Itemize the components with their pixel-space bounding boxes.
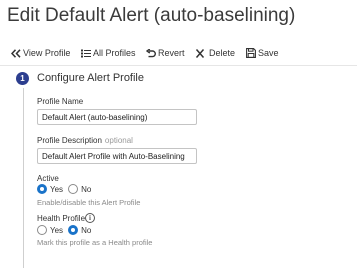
revert-button[interactable]: Revert [146,44,185,62]
delete-label: Delete [209,48,236,58]
health-profile-radio-group: Yes No [37,224,91,236]
active-no-label: No [81,184,92,194]
optional-label: optional [104,136,133,145]
active-help-text: Enable/disable this Alert Profile [37,198,141,207]
active-radio-group: Yes No [37,183,91,195]
health-profile-label: Health Profile [37,214,86,223]
undo-icon [146,48,156,57]
active-no-option[interactable]: No [68,184,91,194]
view-profile-label: View Profile [23,48,71,58]
info-icon[interactable]: i [85,213,95,223]
health-no-label: No [81,225,92,235]
health-yes-option[interactable]: Yes [37,225,63,235]
profile-name-input[interactable] [37,109,197,125]
active-yes-radio[interactable] [37,184,47,194]
section-title: Configure Alert Profile [37,72,144,84]
toolbar-divider [0,65,357,66]
toolbar: View Profile All Profiles Revert Delete [0,44,357,62]
health-no-option[interactable]: No [68,225,91,235]
profile-description-label: Profile Description optional [37,136,133,145]
health-yes-radio[interactable] [37,225,47,235]
step-badge: 1 [16,72,29,85]
active-yes-option[interactable]: Yes [37,184,63,194]
health-profile-help-text: Mark this profile as a Health profile [37,238,153,247]
step-connector-line [23,88,24,268]
view-profile-button[interactable]: View Profile [11,44,70,62]
page-title: Edit Default Alert (auto-baselining) [7,5,296,26]
list-icon [81,49,91,57]
profile-description-label-text: Profile Description [37,136,102,145]
delete-button[interactable]: Delete [195,44,235,62]
save-button[interactable]: Save [246,44,279,62]
active-no-radio[interactable] [68,184,79,194]
double-chevron-left-icon [11,48,21,58]
active-label: Active [37,174,59,183]
health-yes-label: Yes [50,225,64,235]
revert-label: Revert [158,48,185,58]
save-label: Save [258,48,279,58]
close-icon [195,48,205,58]
floppy-disk-icon [246,48,256,58]
all-profiles-label: All Profiles [93,48,136,58]
profile-name-label: Profile Name [37,97,84,106]
profile-description-input[interactable] [37,148,197,164]
all-profiles-button[interactable]: All Profiles [81,44,136,62]
active-yes-label: Yes [50,184,64,194]
health-no-radio[interactable] [68,225,79,235]
